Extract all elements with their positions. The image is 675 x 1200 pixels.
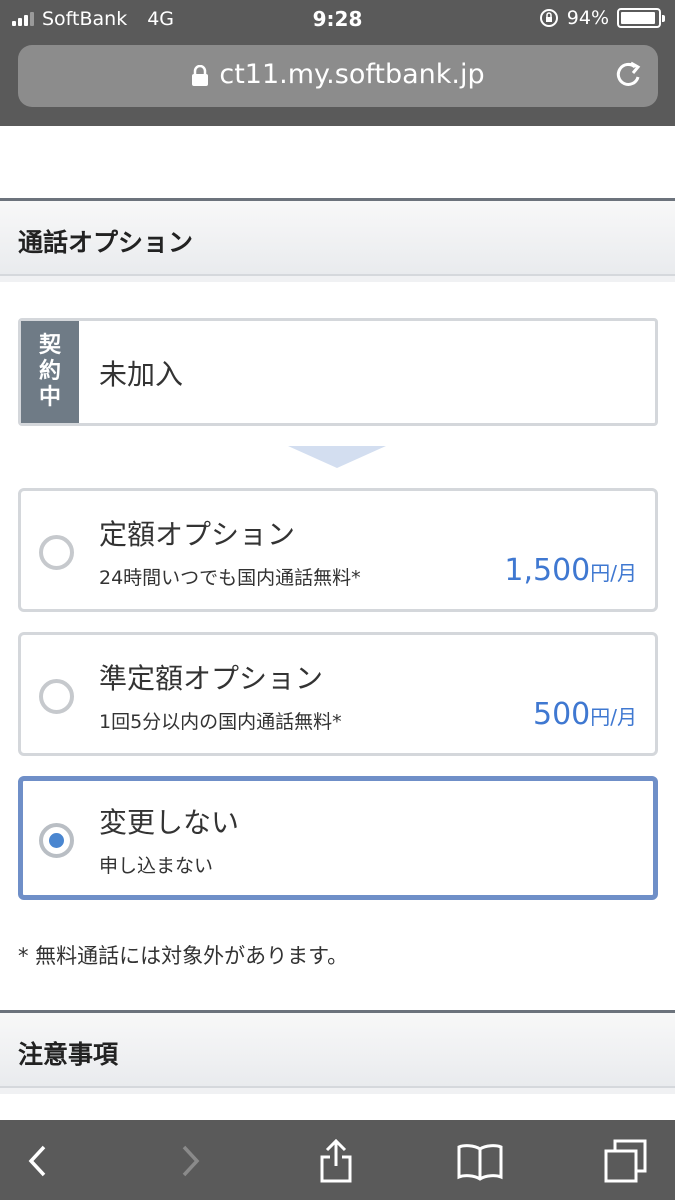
bookmarks-button[interactable]	[450, 1138, 510, 1184]
orientation-lock-icon	[539, 9, 558, 27]
option-description: 24時間いつでも国内通話無料*	[99, 567, 361, 589]
option-semi-flat-rate[interactable]: 準定額オプション 1回5分以内の国内通話無料* 500円/月	[18, 632, 658, 756]
browser-chrome: SoftBank 4G 9:28 94% ct11.my.softbank.jp	[0, 0, 675, 126]
radio-button[interactable]	[39, 535, 74, 570]
bookmarks-icon	[457, 1144, 503, 1181]
radio-button[interactable]	[39, 679, 74, 714]
current-contract-box: 契 約 中 未加入	[18, 318, 658, 426]
lock-icon	[192, 64, 209, 86]
share-button[interactable]	[306, 1138, 366, 1184]
down-arrow-icon	[288, 446, 386, 468]
browser-toolbar	[0, 1120, 675, 1200]
option-description: 1回5分以内の国内通話無料*	[99, 711, 342, 733]
contract-status-tag: 契 約 中	[21, 321, 79, 423]
section-header-call-option: 通話オプション	[0, 198, 675, 282]
option-flat-rate[interactable]: 定額オプション 24時間いつでも国内通話無料* 1,500円/月	[18, 488, 658, 612]
url-text: ct11.my.softbank.jp	[219, 59, 485, 90]
reload-icon[interactable]	[614, 59, 644, 91]
battery-percent: 94%	[566, 7, 609, 29]
tabs-button[interactable]	[596, 1138, 656, 1184]
back-icon	[28, 1145, 46, 1177]
option-price: 500円/月	[532, 697, 637, 732]
url-bar[interactable]: ct11.my.softbank.jp	[18, 45, 658, 107]
tabs-icon	[604, 1139, 647, 1183]
share-icon	[320, 1138, 352, 1183]
option-price: 1,500円/月	[504, 553, 637, 588]
radio-button-selected[interactable]	[39, 823, 74, 858]
status-bar: SoftBank 4G 9:28 94%	[0, 0, 675, 38]
option-name: 準定額オプション	[99, 662, 324, 695]
current-contract-value: 未加入	[99, 358, 184, 391]
option-description: 申し込まない	[99, 855, 214, 877]
footnote: * 無料通話には対象外があります。	[18, 944, 349, 968]
option-name: 定額オプション	[99, 518, 296, 551]
forward-button[interactable]	[160, 1138, 220, 1184]
section-header-notes: 注意事項	[0, 1010, 675, 1094]
section-title: 通話オプション	[18, 228, 194, 257]
battery-fill	[621, 12, 655, 24]
back-button[interactable]	[8, 1138, 68, 1184]
section-title: 注意事項	[18, 1040, 119, 1069]
option-name: 変更しない	[99, 806, 240, 839]
option-no-change[interactable]: 変更しない 申し込まない	[18, 776, 658, 900]
battery-icon	[617, 8, 665, 28]
forward-icon	[182, 1145, 200, 1177]
